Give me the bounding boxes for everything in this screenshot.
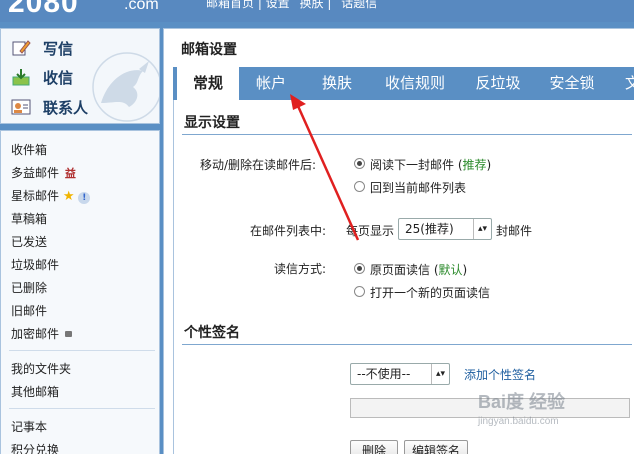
contact-card-icon — [11, 98, 31, 116]
top-links: 邮箱首页 | 设置 换肤 | 话题信 — [206, 0, 383, 11]
per-page-label: 在邮件列表中: — [250, 224, 327, 238]
lock-icon — [64, 331, 72, 337]
compose-label-receive: 收信 — [43, 68, 74, 87]
folder-deleted[interactable]: 已删除 — [11, 279, 47, 296]
settings-tabs: 常规 帐户 换肤 收信规则 反垃圾 安全锁 文 — [173, 67, 634, 102]
radio-read-next[interactable] — [354, 158, 365, 169]
section-title-display: 显示设置 — [184, 115, 240, 131]
section-title-signature: 个性签名 — [184, 325, 240, 341]
compose-label-contacts: 联系人 — [43, 98, 89, 117]
compose-item-contacts[interactable]: 联系人 — [11, 95, 88, 119]
tab-security-lock[interactable]: 安全锁 — [539, 67, 605, 100]
top-link-topic[interactable]: 话题信 — [341, 0, 377, 10]
radio-same-page[interactable] — [354, 263, 365, 274]
updown-arrow-icon: ▴▾ — [431, 364, 449, 384]
add-signature-link[interactable]: 添加个性签名 — [464, 366, 536, 383]
logo[interactable]: 2080 — [8, 0, 79, 20]
tab-general[interactable]: 常规 — [177, 67, 239, 102]
folder-multi[interactable]: 多益邮件 益 — [11, 164, 76, 181]
signature-select[interactable]: --不使用-- ▴▾ — [350, 363, 450, 385]
folder-spam[interactable]: 垃圾邮件 — [11, 256, 59, 273]
compose-item-write[interactable]: 写信 — [11, 36, 73, 60]
folder-multi-label: 多益邮件 — [11, 166, 60, 180]
radio-back-to-list[interactable] — [354, 181, 365, 192]
updown-arrow-icon: ▴▾ — [473, 219, 491, 239]
folder-inbox[interactable]: 收件箱 — [11, 141, 47, 158]
radio-new-page-label: 打开一个新的页面读信 — [370, 286, 491, 300]
folder-starred-label: 星标邮件 — [11, 189, 60, 203]
watermark-url: jingyan.baidu.com — [478, 416, 559, 427]
top-link-home-settings[interactable]: 邮箱首页 | 设置 — [206, 0, 290, 10]
folder-old[interactable]: 旧邮件 — [11, 302, 47, 319]
after-move-label: 移动/删除在读邮件后: — [200, 158, 317, 172]
horse-watermark-icon — [92, 52, 159, 122]
tab-account[interactable]: 帐户 — [243, 67, 299, 100]
folder-sent[interactable]: 已发送 — [11, 233, 47, 250]
compose-label-write: 写信 — [43, 39, 74, 58]
folder-encrypted[interactable]: 加密邮件 — [11, 325, 72, 342]
radio-same-page-label: 原页面读信 (默认) — [370, 263, 468, 277]
folder-starred[interactable]: 星标邮件 ★ ! — [11, 187, 91, 204]
multi-gift-icon: 益 — [64, 167, 76, 180]
folder-divider — [9, 350, 155, 351]
folder-other-mailboxes[interactable]: 其他邮箱 — [11, 383, 59, 400]
folder-my-folders[interactable]: 我的文件夹 — [11, 360, 71, 377]
radio-new-page[interactable] — [354, 286, 365, 297]
per-page-value: 25(推荐) — [405, 222, 454, 236]
section-divider — [182, 134, 632, 135]
folder-drafts[interactable]: 草稿箱 — [11, 210, 47, 227]
edit-signature-button[interactable]: 编辑签名 — [404, 440, 468, 454]
logo-suffix: .com — [124, 0, 159, 13]
tab-skin[interactable]: 换肤 — [309, 67, 365, 100]
per-page-select[interactable]: 25(推荐) ▴▾ — [398, 218, 492, 240]
inbox-download-icon — [11, 68, 31, 86]
folder-divider — [9, 408, 155, 409]
tab-receive-rules[interactable]: 收信规则 — [373, 67, 457, 100]
radio-back-to-list-label: 回到当前邮件列表 — [370, 181, 467, 195]
radio-read-next-label: 阅读下一封邮件 (推荐) — [370, 158, 492, 172]
page-title: 邮箱设置 — [181, 42, 237, 58]
compose-panel: 写信 收信 联系人 — [0, 28, 160, 124]
tool-notepad[interactable]: 记事本 — [11, 418, 47, 435]
read-mode-label: 读信方式: — [274, 262, 327, 276]
tab-antispam[interactable]: 反垃圾 — [465, 67, 531, 100]
delete-button[interactable]: 删除 — [350, 440, 398, 454]
signature-select-value: --不使用-- — [357, 367, 411, 381]
folder-encrypted-label: 加密邮件 — [11, 327, 60, 341]
baidu-watermark: Bai度 经验 jingyan.baidu.com — [478, 388, 598, 432]
info-icon[interactable]: ! — [78, 192, 91, 204]
pencil-note-icon — [11, 39, 31, 57]
star-icon: ★ — [62, 189, 75, 204]
per-page-prefix: 每页显示 — [346, 224, 395, 238]
top-bar: 2080 .com 邮箱首页 | 设置 换肤 | 话题信 — [0, 0, 634, 22]
compose-item-receive[interactable]: 收信 — [11, 65, 73, 89]
tab-more[interactable]: 文 — [613, 67, 634, 100]
folder-panel: 收件箱 多益邮件 益 星标邮件 ★ ! 草稿箱 已发送 垃圾邮件 已删除 旧邮件… — [0, 130, 160, 454]
per-page-suffix: 封邮件 — [496, 224, 533, 238]
tool-points-exchange[interactable]: 积分兑换 — [11, 441, 59, 454]
watermark-text: Bai度 经验 — [478, 392, 566, 412]
section-divider — [182, 344, 632, 345]
top-link-skin[interactable]: 换肤 | — [300, 0, 332, 10]
